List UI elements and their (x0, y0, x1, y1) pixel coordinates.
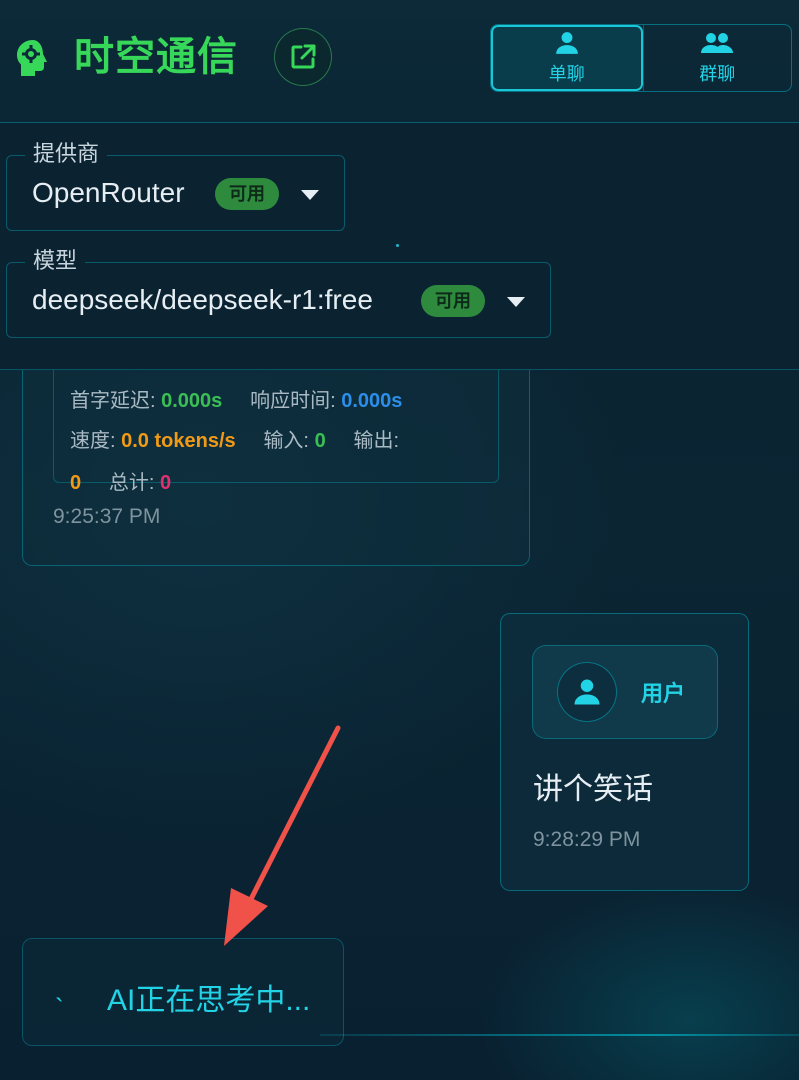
first-token-value: 0.000s (161, 390, 223, 412)
first-token-label: 首字延迟: (70, 390, 156, 412)
model-select[interactable]: 模型 deepseek/deepseek-r1:free 可用 (6, 247, 551, 338)
total-label: 总计: (108, 472, 155, 494)
speed-label: 速度: (70, 430, 116, 452)
avatar (557, 662, 617, 722)
tab-single-chat[interactable]: 单聊 (491, 25, 643, 91)
loading-dot (396, 244, 399, 247)
totals-row: 0 总计: 0 (70, 466, 171, 495)
output-value: 0 (70, 472, 82, 494)
chat-mode-tabs: 单聊 群聊 (490, 24, 792, 92)
sender-name: 用户 (641, 681, 686, 706)
group-icon (701, 33, 734, 53)
response-time-value: 0.000s (341, 390, 403, 412)
speed-value: 0.0 tokens/s (121, 430, 236, 452)
model-status-badge: 可用 (421, 285, 485, 317)
open-window-button[interactable] (274, 28, 332, 86)
brain-head-icon (17, 40, 47, 76)
app-title: 时空通信 (74, 35, 238, 79)
ai-message-timestamp: 9:25:37 PM (53, 505, 161, 528)
input-divider (320, 1034, 799, 1036)
app-header: 时空通信 单聊 群聊 (0, 0, 799, 123)
output-label: 输出: (353, 430, 400, 452)
ai-thinking-indicator: ` AI正在思考中... (22, 938, 344, 1046)
chat-app: 时空通信 单聊 群聊 首字延迟: 0.000s 响应时间: 0.000s 速度:… (0, 0, 799, 1080)
total-value: 0 (160, 472, 172, 494)
user-message-card: 用户 讲个笑话 9:28:29 PM (500, 613, 749, 891)
user-message-text: 讲个笑话 (533, 773, 653, 806)
speed-row: 速度: 0.0 tokens/s 输入: 0 输出: (70, 424, 399, 453)
user-message-timestamp: 9:28:29 PM (533, 828, 641, 851)
response-time-label: 响应时间: (250, 390, 336, 412)
person-icon (555, 32, 578, 54)
user-sender-tag: 用户 (532, 645, 718, 739)
model-selector-panel: 提供商 OpenRouter 可用 模型 deepseek/deepseek-r… (0, 124, 799, 370)
provider-label: 提供商 (25, 140, 108, 168)
provider-value: OpenRouter (32, 177, 185, 208)
tab-group-chat[interactable]: 群聊 (642, 25, 792, 91)
spinner-icon: ` (55, 993, 64, 1023)
latency-row: 首字延迟: 0.000s 响应时间: 0.000s (70, 384, 402, 413)
tab-group-chat-label: 群聊 (699, 64, 736, 84)
model-value: deepseek/deepseek-r1:free (32, 284, 373, 315)
external-link-icon (291, 44, 316, 69)
input-value: 0 (314, 430, 326, 452)
person-icon (574, 679, 600, 705)
chevron-down-icon (507, 297, 525, 307)
tab-single-chat-label: 单聊 (548, 64, 585, 84)
input-label: 输入: (263, 430, 309, 452)
thinking-text: AI正在思考中... (107, 984, 311, 1017)
provider-status-badge: 可用 (215, 178, 279, 210)
chevron-down-icon (301, 190, 319, 200)
model-label: 模型 (25, 247, 86, 275)
provider-select[interactable]: 提供商 OpenRouter 可用 (6, 140, 345, 231)
